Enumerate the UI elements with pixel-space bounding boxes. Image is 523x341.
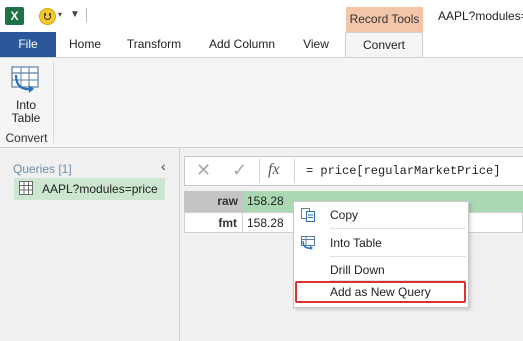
menu-divider (330, 256, 466, 257)
menu-item-into-table[interactable]: Into Table (294, 232, 468, 254)
tab-transform[interactable]: Transform (118, 32, 190, 57)
record-field-fmt[interactable]: fmt (184, 212, 243, 233)
toolbar-divider (86, 8, 87, 22)
smiley-feedback-icon[interactable] (39, 8, 56, 25)
queries-pane (0, 148, 180, 341)
ribbon-group-divider (53, 61, 54, 143)
record-field-raw[interactable]: raw (184, 191, 243, 212)
tab-view[interactable]: View (293, 32, 339, 57)
check-icon[interactable]: ✓ (232, 160, 247, 181)
copy-icon (301, 208, 315, 222)
queries-header: Queries [1] (13, 162, 72, 176)
tab-home[interactable]: Home (60, 32, 110, 57)
menu-item-label: Into Table (330, 236, 382, 250)
group-label-convert: Convert (5, 131, 48, 145)
excel-logo-icon: X (5, 7, 24, 25)
window-title: AAPL?modules= (438, 9, 523, 23)
menu-item-label: Drill Down (330, 263, 385, 277)
menu-divider (330, 228, 466, 229)
into-table-label: Into Table (5, 99, 47, 125)
menu-item-copy[interactable]: Copy (294, 204, 468, 226)
into-table-icon (11, 66, 39, 93)
formula-divider (294, 159, 295, 183)
ribbon-panel (0, 57, 523, 148)
cancel-icon[interactable]: ✕ (196, 160, 211, 181)
table-icon (19, 181, 33, 195)
into-table-icon (301, 236, 315, 250)
formula-divider (259, 159, 260, 183)
menu-item-label: Copy (330, 208, 359, 222)
record-tools-context-label: Record Tools (346, 7, 423, 33)
formula-input[interactable]: = price[regularMarketPrice] (306, 164, 500, 178)
tab-convert[interactable]: Convert (345, 32, 423, 57)
customize-quick-access-icon[interactable]: ▼ (70, 9, 80, 20)
tab-add-column[interactable]: Add Column (200, 32, 284, 57)
fx-icon[interactable]: fx (268, 161, 280, 179)
chevron-down-icon[interactable]: ▾ (58, 10, 62, 19)
into-table-label-line2: Table (11, 111, 41, 125)
tab-file[interactable]: File (0, 32, 56, 57)
collapse-pane-icon[interactable]: ‹ (161, 158, 166, 174)
query-item-label: AAPL?modules=price (42, 182, 158, 196)
highlight-box (295, 281, 466, 303)
menu-item-drill-down[interactable]: Drill Down (294, 259, 468, 281)
